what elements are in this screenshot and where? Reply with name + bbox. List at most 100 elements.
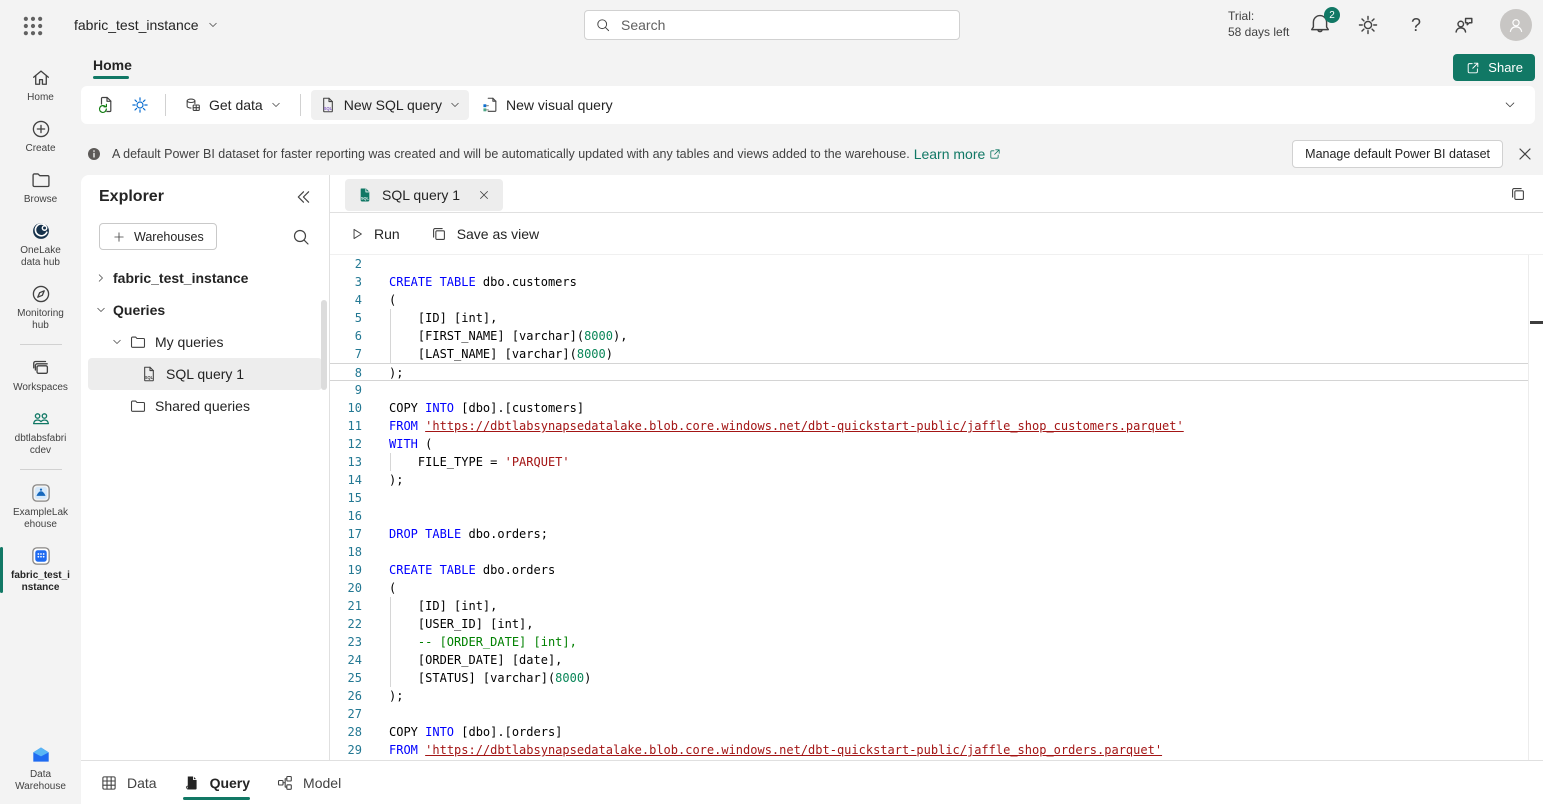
- get-data-button[interactable]: Get data: [176, 90, 290, 120]
- chevron-down-icon: [1503, 98, 1517, 112]
- sql-document-icon: SQL: [319, 96, 337, 114]
- workspace-name: fabric_test_instance: [74, 17, 199, 33]
- code-line-3[interactable]: 3CREATE TABLE dbo.customers: [330, 273, 1543, 291]
- learn-more-link[interactable]: Learn more: [914, 146, 1003, 162]
- code-line-10[interactable]: 10COPY INTO [dbo].[customers]: [330, 399, 1543, 417]
- sidebar-item-label: Browse: [24, 194, 57, 206]
- code-line-5[interactable]: 5 [ID] [int],: [330, 309, 1543, 327]
- code-line-19[interactable]: 19CREATE TABLE dbo.orders: [330, 561, 1543, 579]
- tab-sql-query-1[interactable]: SQL SQL query 1: [345, 179, 503, 211]
- code-line-15[interactable]: 15: [330, 489, 1543, 507]
- person-icon: [1506, 15, 1526, 35]
- line-number: 13: [330, 453, 362, 471]
- grid-icon: [100, 774, 118, 792]
- code-line-22[interactable]: 22 [USER_ID] [int],: [330, 615, 1543, 633]
- global-search[interactable]: [584, 10, 960, 40]
- external-link-icon: [988, 147, 1002, 161]
- editor-scrollbar-track[interactable]: [1528, 255, 1529, 760]
- sidebar-item-home[interactable]: Home: [0, 60, 81, 111]
- settings-button[interactable]: [125, 90, 155, 120]
- code-line-18[interactable]: 18: [330, 543, 1543, 561]
- tree-item-sql-query-1[interactable]: SQLSQL query 1: [88, 358, 322, 390]
- line-number: 2: [330, 255, 362, 273]
- line-number: 6: [330, 327, 362, 345]
- explorer-search-icon[interactable]: [291, 227, 311, 247]
- help-icon[interactable]: ?: [1404, 13, 1428, 37]
- tree-item-fabric-test-instance[interactable]: fabric_test_instance: [88, 262, 322, 294]
- sidebar-item-people[interactable]: dbtlabsfabricdev: [0, 401, 81, 464]
- tree-item-label: Shared queries: [155, 398, 250, 414]
- sql-code-area[interactable]: 23CREATE TABLE dbo.customers4(5 [ID] [in…: [330, 255, 1543, 759]
- code-line-4[interactable]: 4(: [330, 291, 1543, 309]
- run-button[interactable]: Run: [349, 226, 400, 242]
- code-line-23[interactable]: 23 -- [ORDER_DATE] [int],: [330, 633, 1543, 651]
- sidebar-item-warehouse[interactable]: fabric_test_instance: [0, 538, 81, 601]
- code-line-6[interactable]: 6 [FIRST_NAME] [varchar](8000),: [330, 327, 1543, 345]
- code-line-27[interactable]: 27: [330, 705, 1543, 723]
- tab-home[interactable]: Home: [83, 54, 142, 79]
- share-button[interactable]: Share: [1453, 54, 1535, 81]
- tree-item-queries[interactable]: Queries: [88, 294, 322, 326]
- avatar[interactable]: [1500, 9, 1532, 41]
- toolbar-overflow-button[interactable]: [1495, 90, 1525, 120]
- view-tab-data[interactable]: Data: [100, 761, 157, 804]
- sidebar-item-onelake[interactable]: OneLakedata hub: [0, 213, 81, 276]
- code-line-8[interactable]: 8);: [330, 363, 1528, 381]
- code-line-21[interactable]: 21 [ID] [int],: [330, 597, 1543, 615]
- workspace-switcher[interactable]: fabric_test_instance: [74, 0, 219, 50]
- view-tab-model[interactable]: Model: [276, 761, 341, 804]
- code-line-9[interactable]: 9: [330, 381, 1543, 399]
- tree-item-label: Queries: [113, 302, 165, 318]
- code-line-16[interactable]: 16: [330, 507, 1543, 525]
- code-line-7[interactable]: 7 [LAST_NAME] [varchar](8000): [330, 345, 1543, 363]
- line-number: 19: [330, 561, 362, 579]
- code-line-29[interactable]: 29FROM 'https://dbtlabsynapsedatalake.bl…: [330, 741, 1543, 759]
- tree-item-my-queries[interactable]: My queries: [88, 326, 322, 358]
- chevron-down-icon[interactable]: [95, 304, 107, 316]
- sidebar-item-monitoring[interactable]: Monitoringhub: [0, 276, 81, 339]
- search-input[interactable]: [619, 16, 949, 34]
- sidebar-item-datawarehouse[interactable]: DataWarehouse: [0, 737, 81, 800]
- query-tab-bar: SQL SQL query 1: [330, 175, 1543, 213]
- code-line-25[interactable]: 25 [STATUS] [varchar](8000): [330, 669, 1543, 687]
- app-launcher-icon[interactable]: [20, 13, 46, 39]
- code-line-26[interactable]: 26);: [330, 687, 1543, 705]
- code-line-24[interactable]: 24 [ORDER_DATE] [date],: [330, 651, 1543, 669]
- add-warehouses-button[interactable]: Warehouses: [99, 223, 217, 250]
- code-text: COPY INTO [dbo].[customers]: [389, 399, 584, 417]
- settings-gear-icon[interactable]: [1356, 13, 1380, 37]
- close-tab-icon[interactable]: [477, 188, 491, 202]
- manage-default-dataset-button[interactable]: Manage default Power BI dataset: [1292, 140, 1503, 168]
- database-icon: [184, 96, 202, 114]
- refresh-dataset-button[interactable]: [91, 90, 121, 120]
- code-line-14[interactable]: 14);: [330, 471, 1543, 489]
- notifications-button[interactable]: 2: [1308, 11, 1336, 39]
- code-line-28[interactable]: 28COPY INTO [dbo].[orders]: [330, 723, 1543, 741]
- explorer-scrollbar[interactable]: [321, 300, 327, 390]
- code-line-12[interactable]: 12WITH (: [330, 435, 1543, 453]
- feedback-icon[interactable]: [1452, 13, 1476, 37]
- sidebar-item-workspaces[interactable]: Workspaces: [0, 350, 81, 401]
- chevron-down-icon[interactable]: [111, 336, 123, 348]
- sidebar-item-create[interactable]: Create: [0, 111, 81, 162]
- collapse-panel-icon[interactable]: [293, 187, 313, 207]
- copy-icon[interactable]: [1509, 185, 1527, 203]
- code-line-20[interactable]: 20(: [330, 579, 1543, 597]
- banner-close-icon[interactable]: [1515, 144, 1535, 164]
- line-number: 16: [330, 507, 362, 525]
- new-sql-query-button[interactable]: SQL New SQL query: [311, 90, 469, 120]
- chevron-right-icon[interactable]: [95, 272, 107, 284]
- code-line-11[interactable]: 11FROM 'https://dbtlabsynapsedatalake.bl…: [330, 417, 1543, 435]
- left-nav-rail: HomeCreate Browse OneLakedata hubMonitorin…: [0, 50, 81, 804]
- code-line-2[interactable]: 2: [330, 255, 1543, 273]
- sidebar-item-browse[interactable]: Browse: [0, 162, 81, 213]
- save-as-view-button[interactable]: Save as view: [430, 225, 539, 243]
- code-line-13[interactable]: 13 FILE_TYPE = 'PARQUET': [330, 453, 1543, 471]
- code-line-17[interactable]: 17DROP TABLE dbo.orders;: [330, 525, 1543, 543]
- sidebar-item-lakehouse[interactable]: ExampleLakehouse: [0, 475, 81, 538]
- tree-item-shared-queries[interactable]: Shared queries: [88, 390, 322, 422]
- sidebar-item-label: dbtlabsfabricdev: [15, 433, 67, 457]
- new-visual-query-button[interactable]: New visual query: [473, 90, 621, 120]
- querypage-icon: [183, 774, 201, 792]
- view-tab-query[interactable]: Query: [183, 761, 250, 804]
